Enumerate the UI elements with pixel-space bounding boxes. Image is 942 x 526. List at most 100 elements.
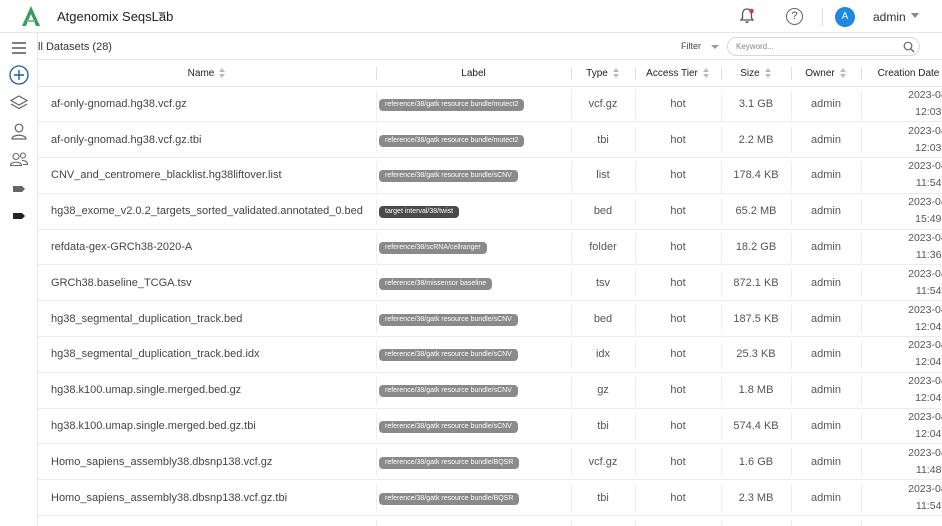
table-row[interactable]: hg38_segmental_duplication_track.bed.idx… <box>38 336 942 373</box>
label-tag[interactable]: reference/38/gatk resource bundle/sCNV <box>379 421 518 434</box>
date-text: 2023-04-1 <box>908 232 942 245</box>
owner-cell: admin <box>791 408 861 445</box>
table-row[interactable]: hg38.k100.umap.single.merged.bed.gz refer… <box>38 372 942 409</box>
label-tag[interactable]: reference/38/gatk resource bundle/sCNV <box>379 170 518 183</box>
date-cell: 2023-04-1 11:54:55 <box>861 479 942 517</box>
dataset-name[interactable]: af-only-gnomad.hg38.vcf.gz.tbi <box>38 121 376 159</box>
time-text: 12:04:22 <box>915 356 942 369</box>
avatar[interactable]: A <box>835 7 855 27</box>
help-icon[interactable]: ? <box>786 8 803 25</box>
size-cell: 2.3 MB <box>721 479 791 517</box>
sort-icon[interactable] <box>839 67 847 79</box>
label-tag[interactable]: reference/38/gatk resource bundle/BQSR <box>379 492 520 505</box>
type-cell: bed <box>571 193 635 230</box>
bell-icon[interactable] <box>738 7 756 25</box>
time-text: 12:04:13 <box>915 392 942 405</box>
tier-cell: hot <box>635 121 721 159</box>
dataset-name-text[interactable]: hg38_segmental_duplication_track.bed <box>51 313 242 325</box>
column-header-label[interactable]: Label <box>376 61 571 87</box>
column-header-size[interactable]: Size <box>721 61 791 87</box>
dataset-name-text[interactable]: hg38.k100.umap.single.merged.bed.gz <box>51 384 241 396</box>
table-row[interactable]: af-only-gnomad.hg38.vcf.gz.tbi reference/… <box>38 121 942 159</box>
user-icon[interactable] <box>9 121 29 141</box>
type-cell: vcf.gz <box>571 86 635 123</box>
dataset-name[interactable]: hg38_segmental_duplication_track.bed.idx <box>38 336 376 373</box>
label-tag[interactable]: reference/38/gatk resource bundle/sCNV <box>379 313 518 326</box>
dataset-name-text[interactable]: hg38.k100.umap.single.merged.bed.gz.tbi <box>51 420 256 432</box>
caret-down-icon[interactable] <box>158 12 166 17</box>
caret-down-icon[interactable] <box>711 45 719 49</box>
label-tag[interactable]: reference/38/gatk resource bundle/BQSR <box>379 456 520 469</box>
search-icon[interactable] <box>903 41 915 53</box>
app-logo-icon[interactable] <box>20 5 42 27</box>
dataset-name[interactable]: CNV_and_centromere_blacklist.hg38liftove… <box>38 157 376 194</box>
dataset-name-text[interactable]: GRCh38.baseline_TCGA.tsv <box>51 277 192 289</box>
dataset-name-text[interactable]: hg38_segmental_duplication_track.bed.idx <box>51 348 260 360</box>
label-tag[interactable]: reference/38/gatk resource bundle/mutect… <box>379 98 525 111</box>
size-cell: 25.3 KB <box>721 336 791 373</box>
app-title[interactable]: Atgenomix SeqsLab <box>57 9 173 24</box>
sort-icon[interactable] <box>702 67 710 79</box>
table-row[interactable]: CNV_and_centromere_blacklist.hg38liftove… <box>38 157 942 194</box>
search-box[interactable] <box>727 37 920 56</box>
table-row[interactable]: 2023-04-1 <box>38 515 942 526</box>
label-tag[interactable]: reference/38/scRNA/cellranger <box>379 242 487 255</box>
search-input[interactable] <box>736 40 896 53</box>
table-row[interactable]: hg38_exome_v2.0.2_targets_sorted_validat… <box>38 193 942 230</box>
dataset-name-text[interactable]: Homo_sapiens_assembly38.dbsnp138.vcf.gz <box>51 456 272 468</box>
label-tag[interactable]: reference/38/gatk resource bundle/mutect… <box>379 134 525 147</box>
dataset-name[interactable]: af-only-gnomad.hg38.vcf.gz <box>38 86 376 123</box>
label-cell <box>376 515 571 526</box>
table-row[interactable]: Homo_sapiens_assembly38.dbsnp138.vcf.gz r… <box>38 443 942 481</box>
sort-icon[interactable] <box>219 67 226 79</box>
layers-icon[interactable] <box>9 93 29 113</box>
size-cell: 3.1 GB <box>721 86 791 123</box>
dataset-name[interactable] <box>38 515 376 526</box>
label-tag[interactable]: reference/38/gatk resource bundle/sCNV <box>379 349 518 362</box>
dataset-name-text[interactable]: hg38_exome_v2.0.2_targets_sorted_validat… <box>51 205 363 217</box>
tag-filled-icon[interactable] <box>9 206 29 226</box>
table-row[interactable]: hg38.k100.umap.single.merged.bed.gz.tbi r… <box>38 408 942 445</box>
users-icon[interactable] <box>9 149 29 169</box>
dataset-name[interactable]: hg38_exome_v2.0.2_targets_sorted_validat… <box>38 193 376 230</box>
column-header-name[interactable]: Name <box>38 61 376 87</box>
table-header: Name Label Type Access Tier Size Owner C… <box>38 61 942 87</box>
type-cell: idx <box>571 336 635 373</box>
dataset-name[interactable]: refdata-gex-GRCh38-2020-A <box>38 229 376 266</box>
filter-dropdown[interactable]: Filter <box>681 41 701 51</box>
label-tag[interactable]: target interval/38/twist <box>379 206 460 219</box>
owner-cell: admin <box>791 157 861 194</box>
label-tag[interactable]: reference/38/missensor baseline <box>379 277 493 290</box>
sort-icon[interactable] <box>764 67 772 79</box>
dataset-name[interactable]: Homo_sapiens_assembly38.dbsnp138.vcf.gz.… <box>38 479 376 517</box>
size-cell: 872.1 KB <box>721 264 791 302</box>
dataset-name[interactable]: hg38.k100.umap.single.merged.bed.gz <box>38 372 376 409</box>
sort-icon[interactable] <box>612 67 620 79</box>
dataset-name[interactable]: hg38_segmental_duplication_track.bed <box>38 300 376 338</box>
column-header-tier[interactable]: Access Tier <box>635 61 721 87</box>
column-header-type[interactable]: Type <box>571 61 635 87</box>
dataset-name-text[interactable]: af-only-gnomad.hg38.vcf.gz <box>51 98 187 110</box>
table-row[interactable]: Homo_sapiens_assembly38.dbsnp138.vcf.gz.… <box>38 479 942 517</box>
column-header-owner[interactable]: Owner <box>791 61 861 87</box>
dataset-name-text[interactable]: refdata-gex-GRCh38-2020-A <box>51 241 192 253</box>
label-tag[interactable]: reference/38/gatk resource bundle/sCNV <box>379 385 518 398</box>
column-label: Type <box>586 67 608 79</box>
caret-down-icon[interactable] <box>911 13 919 18</box>
dataset-name-text[interactable]: Homo_sapiens_assembly38.dbsnp138.vcf.gz.… <box>51 492 287 504</box>
dataset-name-text[interactable]: af-only-gnomad.hg38.vcf.gz.tbi <box>51 134 201 146</box>
add-icon[interactable] <box>9 65 29 85</box>
column-header-created[interactable]: Creation Date <box>861 61 942 87</box>
table-row[interactable]: GRCh38.baseline_TCGA.tsv reference/38/mis… <box>38 264 942 302</box>
dataset-name[interactable]: hg38.k100.umap.single.merged.bed.gz.tbi <box>38 408 376 445</box>
dataset-name[interactable]: GRCh38.baseline_TCGA.tsv <box>38 264 376 302</box>
dataset-name-text[interactable]: CNV_and_centromere_blacklist.hg38liftove… <box>51 169 282 181</box>
tag-icon[interactable] <box>9 179 29 199</box>
menu-icon[interactable] <box>9 38 29 58</box>
dataset-name[interactable]: Homo_sapiens_assembly38.dbsnp138.vcf.gz <box>38 443 376 481</box>
table-row[interactable]: refdata-gex-GRCh38-2020-A reference/38/sc… <box>38 229 942 266</box>
tier-cell: hot <box>635 336 721 373</box>
table-row[interactable]: af-only-gnomad.hg38.vcf.gz reference/38/g… <box>38 86 942 123</box>
user-name[interactable]: admin <box>873 10 906 24</box>
table-row[interactable]: hg38_segmental_duplication_track.bed refe… <box>38 300 942 338</box>
